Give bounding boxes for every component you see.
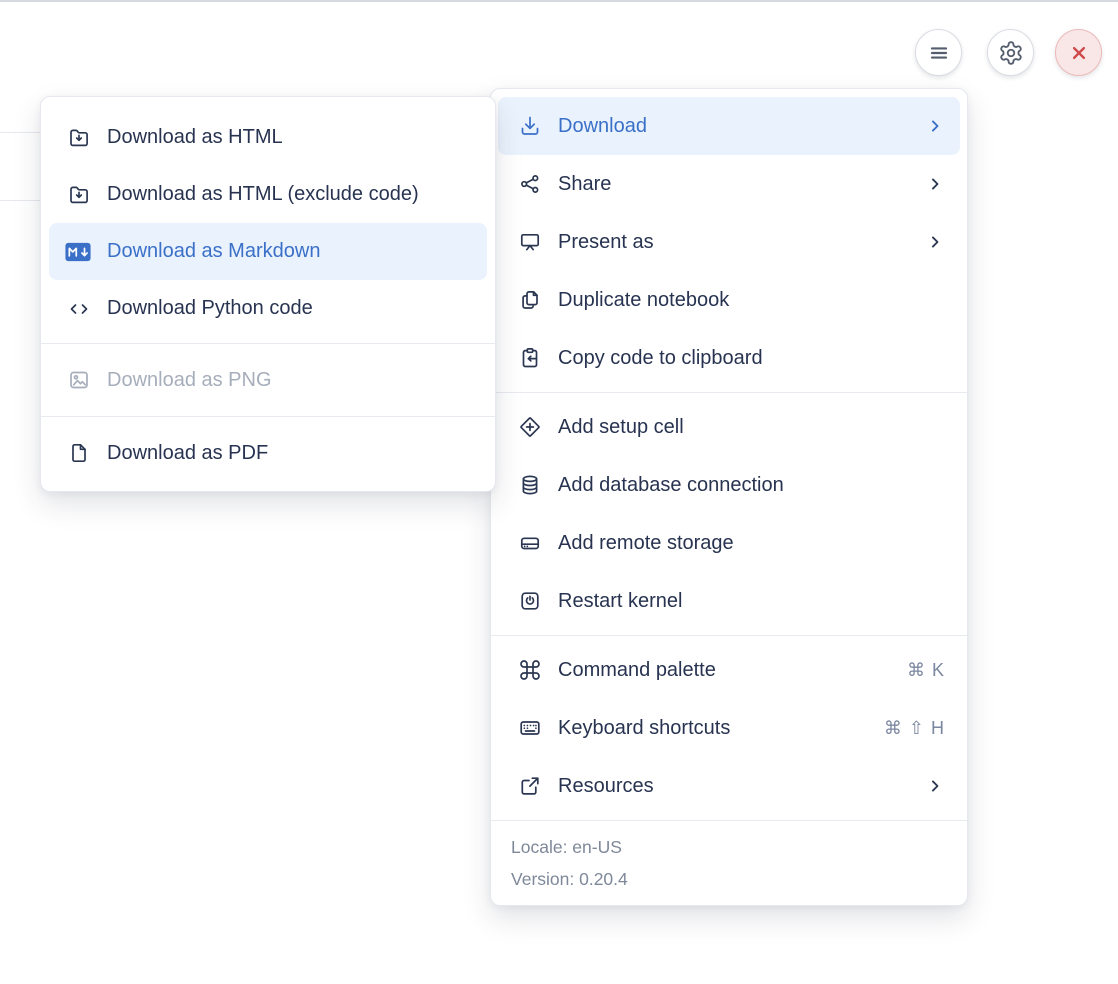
menu-item-label: Copy code to clipboard [558,347,945,370]
menu-item-label: Download as Markdown [107,240,471,263]
menu-item-label: Present as [558,231,909,254]
shortcut-hint: ⌘ K [907,660,945,681]
menu-item-label: Download as PNG [107,369,471,392]
notebook-menu: Download Share Present as Duplicate note… [490,88,968,906]
folder-download-icon [67,126,91,150]
submenu-item-download-pdf[interactable]: Download as PDF [49,423,487,483]
menu-item-label: Download as PDF [107,442,471,465]
menu-item-copy-code[interactable]: Copy code to clipboard [498,329,960,387]
download-submenu: Download as HTML Download as HTML (exclu… [40,96,496,492]
add-cell-icon [518,415,542,439]
keyboard-icon [518,716,542,740]
menu-item-label: Add remote storage [558,532,945,555]
version-text: Version: 0.20.4 [511,863,947,895]
database-icon [518,473,542,497]
menu-item-label: Download as HTML (exclude code) [107,183,471,206]
menu-item-label: Add database connection [558,474,945,497]
chevron-right-icon [925,174,945,194]
close-button[interactable] [1055,29,1102,76]
menu-item-add-database-connection[interactable]: Add database connection [498,456,960,514]
menu-item-label: Download Python code [107,297,471,320]
menu-item-duplicate-notebook[interactable]: Duplicate notebook [498,271,960,329]
menu-item-label: Resources [558,775,909,798]
presentation-icon [518,230,542,254]
chevron-right-icon [925,232,945,252]
menu-divider [491,392,967,393]
menu-item-label: Duplicate notebook [558,289,945,312]
submenu-item-download-html[interactable]: Download as HTML [49,109,487,166]
menu-item-share[interactable]: Share [498,155,960,213]
hamburger-menu-button[interactable] [915,29,962,76]
menu-item-label: Download [558,115,909,138]
power-icon [518,589,542,613]
chevron-right-icon [925,776,945,796]
clipboard-copy-icon [518,346,542,370]
locale-text: Locale: en-US [511,831,947,863]
background-grid-line [0,200,44,201]
external-link-icon [518,774,542,798]
menu-item-label: Share [558,173,909,196]
submenu-item-download-png[interactable]: Download as PNG [49,350,487,410]
menu-item-resources[interactable]: Resources [498,757,960,815]
hamburger-icon [926,40,952,66]
background-grid-line [0,132,44,133]
menu-item-label: Download as HTML [107,126,471,149]
image-icon [67,368,91,392]
menu-item-label: Command palette [558,659,891,682]
duplicate-icon [518,288,542,312]
menu-item-label: Keyboard shortcuts [558,717,868,740]
page-top-border [0,0,1118,2]
markdown-icon [67,240,91,264]
menu-item-restart-kernel[interactable]: Restart kernel [498,572,960,630]
menu-divider [491,635,967,636]
gear-icon [998,40,1024,66]
menu-item-keyboard-shortcuts[interactable]: Keyboard shortcuts ⌘ ⇧ H [498,699,960,757]
menu-item-present-as[interactable]: Present as [498,213,960,271]
menu-divider [41,343,495,344]
file-icon [67,441,91,465]
code-icon [67,297,91,321]
share-icon [518,172,542,196]
close-icon [1066,40,1092,66]
download-icon [518,114,542,138]
submenu-item-download-markdown[interactable]: Download as Markdown [49,223,487,280]
shortcut-hint: ⌘ ⇧ H [884,718,945,739]
menu-divider [41,416,495,417]
command-icon [518,658,542,682]
menu-item-add-setup-cell[interactable]: Add setup cell [498,398,960,456]
chevron-right-icon [925,116,945,136]
submenu-item-download-html-exclude-code[interactable]: Download as HTML (exclude code) [49,166,487,223]
settings-button[interactable] [987,29,1034,76]
menu-item-add-remote-storage[interactable]: Add remote storage [498,514,960,572]
folder-download-icon [67,183,91,207]
menu-footer: Locale: en-US Version: 0.20.4 [491,820,967,905]
menu-item-label: Restart kernel [558,590,945,613]
menu-item-download[interactable]: Download [498,97,960,155]
menu-item-label: Add setup cell [558,416,945,439]
submenu-item-download-python-code[interactable]: Download Python code [49,280,487,337]
menu-item-command-palette[interactable]: Command palette ⌘ K [498,641,960,699]
storage-drive-icon [518,531,542,555]
